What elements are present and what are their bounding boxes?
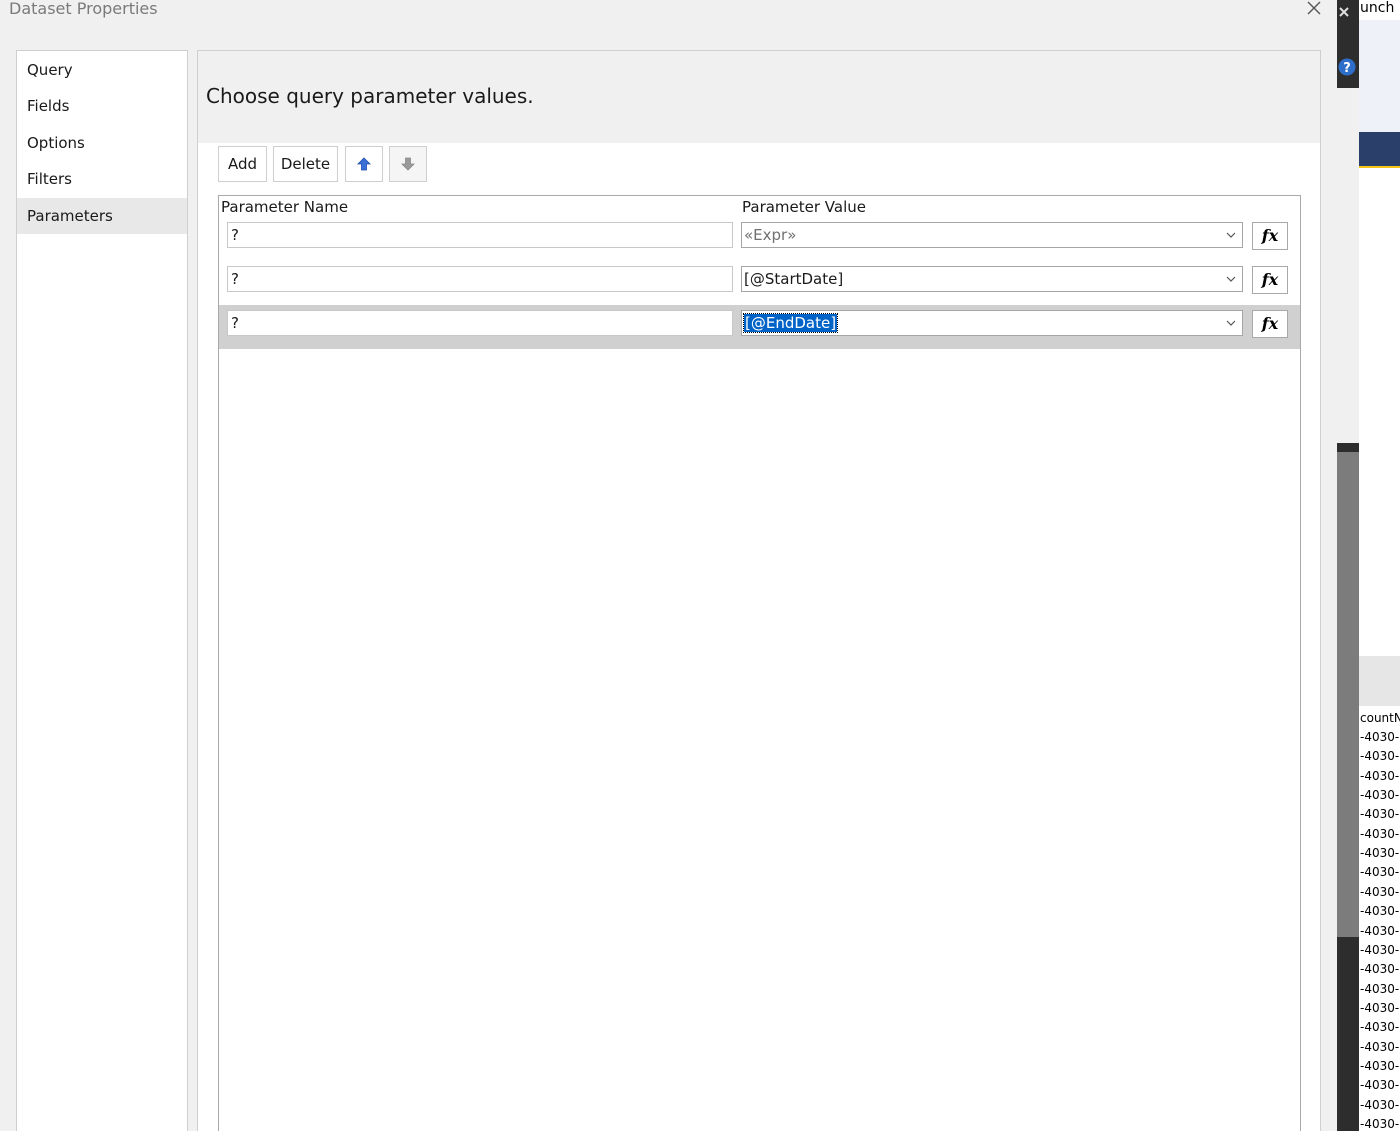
background-cell: -4030-0	[1360, 1039, 1400, 1054]
parameter-row[interactable]: ? «Expr» fx	[219, 217, 1300, 261]
chevron-down-icon[interactable]	[1226, 319, 1236, 327]
nav-item-options[interactable]: Options	[17, 125, 187, 161]
close-icon	[1307, 1, 1321, 15]
expression-button[interactable]: fx	[1252, 310, 1288, 338]
background-close-button	[1337, 4, 1351, 23]
chevron-down-icon[interactable]	[1226, 275, 1236, 283]
background-cell: -4030-0	[1360, 1058, 1400, 1073]
background-cell: -4030-0	[1360, 1078, 1400, 1093]
expression-button[interactable]: fx	[1252, 222, 1288, 250]
background-cell: -4030-0	[1360, 1000, 1400, 1015]
dataset-properties-dialog: Dataset Properties Query Fields Options …	[0, 0, 1337, 1131]
background-cell: -4030-0	[1360, 942, 1400, 957]
arrow-down-icon	[401, 157, 415, 171]
expression-button[interactable]: fx	[1252, 266, 1288, 294]
background-scroll-thumb	[1337, 452, 1359, 937]
background-cell: -4030-0	[1360, 1097, 1400, 1112]
background-help-button: ?	[1338, 58, 1356, 80]
page-heading: Choose query parameter values.	[206, 84, 534, 108]
nav-item-filters[interactable]: Filters	[17, 161, 187, 197]
background-cell: -4030-0	[1360, 846, 1400, 861]
navigation-pane: Query Fields Options Filters Parameters	[16, 50, 188, 1131]
background-column-header: countN	[1360, 711, 1400, 725]
add-button[interactable]: Add	[218, 146, 267, 182]
background-cell: -4030-0	[1360, 768, 1400, 783]
move-up-button[interactable]	[345, 146, 383, 182]
background-cell: -4030-0	[1360, 923, 1400, 938]
nav-item-fields[interactable]: Fields	[17, 88, 187, 124]
parameter-name-input[interactable]: ?	[227, 222, 733, 248]
parameter-value-text: «Expr»	[744, 226, 797, 244]
nav-item-parameters[interactable]: Parameters	[17, 198, 187, 234]
parameter-value-combobox[interactable]: «Expr»	[741, 222, 1243, 248]
arrow-up-icon	[357, 157, 371, 171]
background-cell: -4030-0	[1360, 962, 1400, 977]
parameter-value-text: [@StartDate]	[744, 270, 844, 288]
svg-text:?: ?	[1343, 61, 1351, 76]
background-cell: -4030-0	[1360, 1020, 1400, 1035]
background-toolbar	[1359, 20, 1400, 132]
background-panel	[1337, 88, 1359, 443]
parameters-page: Choose query parameter values. Add Delet…	[197, 50, 1321, 1131]
background-cell: -4030-0	[1360, 807, 1400, 822]
close-button[interactable]	[1300, 0, 1328, 22]
parameter-row-selected[interactable]: ? [@EndDate] fx	[219, 305, 1300, 349]
background-cell: -4030-0	[1360, 730, 1400, 744]
move-down-button[interactable]	[389, 146, 427, 182]
background-content	[1359, 166, 1400, 658]
background-application: unch ? countN -4030-0 -4030-0 -4030-0 -4030…	[1337, 0, 1400, 1131]
parameter-value-combobox[interactable]: [@StartDate]	[741, 266, 1243, 292]
background-title-text: unch	[1360, 0, 1395, 16]
background-cell: -4030-0	[1360, 884, 1400, 899]
background-cell: -4030-0	[1360, 981, 1400, 996]
background-cell: -4030-0	[1360, 1117, 1400, 1131]
background-cell: -4030-0	[1360, 865, 1400, 880]
dialog-title: Dataset Properties	[9, 0, 158, 18]
column-header-parameter-name: Parameter Name	[221, 198, 349, 216]
background-header-bar	[1359, 132, 1400, 166]
delete-button[interactable]: Delete	[273, 146, 338, 182]
nav-item-query[interactable]: Query	[17, 52, 187, 88]
background-cell: -4030-0	[1360, 904, 1400, 919]
parameter-row[interactable]: ? [@StartDate] fx	[219, 261, 1300, 305]
page-header: Choose query parameter values.	[198, 51, 1320, 143]
question-icon: ?	[1338, 58, 1356, 76]
column-header-parameter-value: Parameter Value	[742, 198, 866, 216]
close-icon	[1339, 7, 1349, 17]
background-cell: -4030-0	[1360, 749, 1400, 764]
background-cell: -4030-0	[1360, 826, 1400, 841]
parameter-name-input[interactable]: ?	[227, 266, 733, 292]
chevron-down-icon[interactable]	[1226, 231, 1236, 239]
parameter-value-combobox[interactable]: [@EndDate]	[741, 310, 1243, 336]
background-divider	[1359, 656, 1400, 706]
parameters-grid: Parameter Name Parameter Value ? «Expr» …	[218, 195, 1301, 1131]
parameter-value-text: [@EndDate]	[742, 313, 839, 333]
parameter-name-input[interactable]: ?	[227, 310, 733, 336]
background-cell: -4030-0	[1360, 788, 1400, 803]
